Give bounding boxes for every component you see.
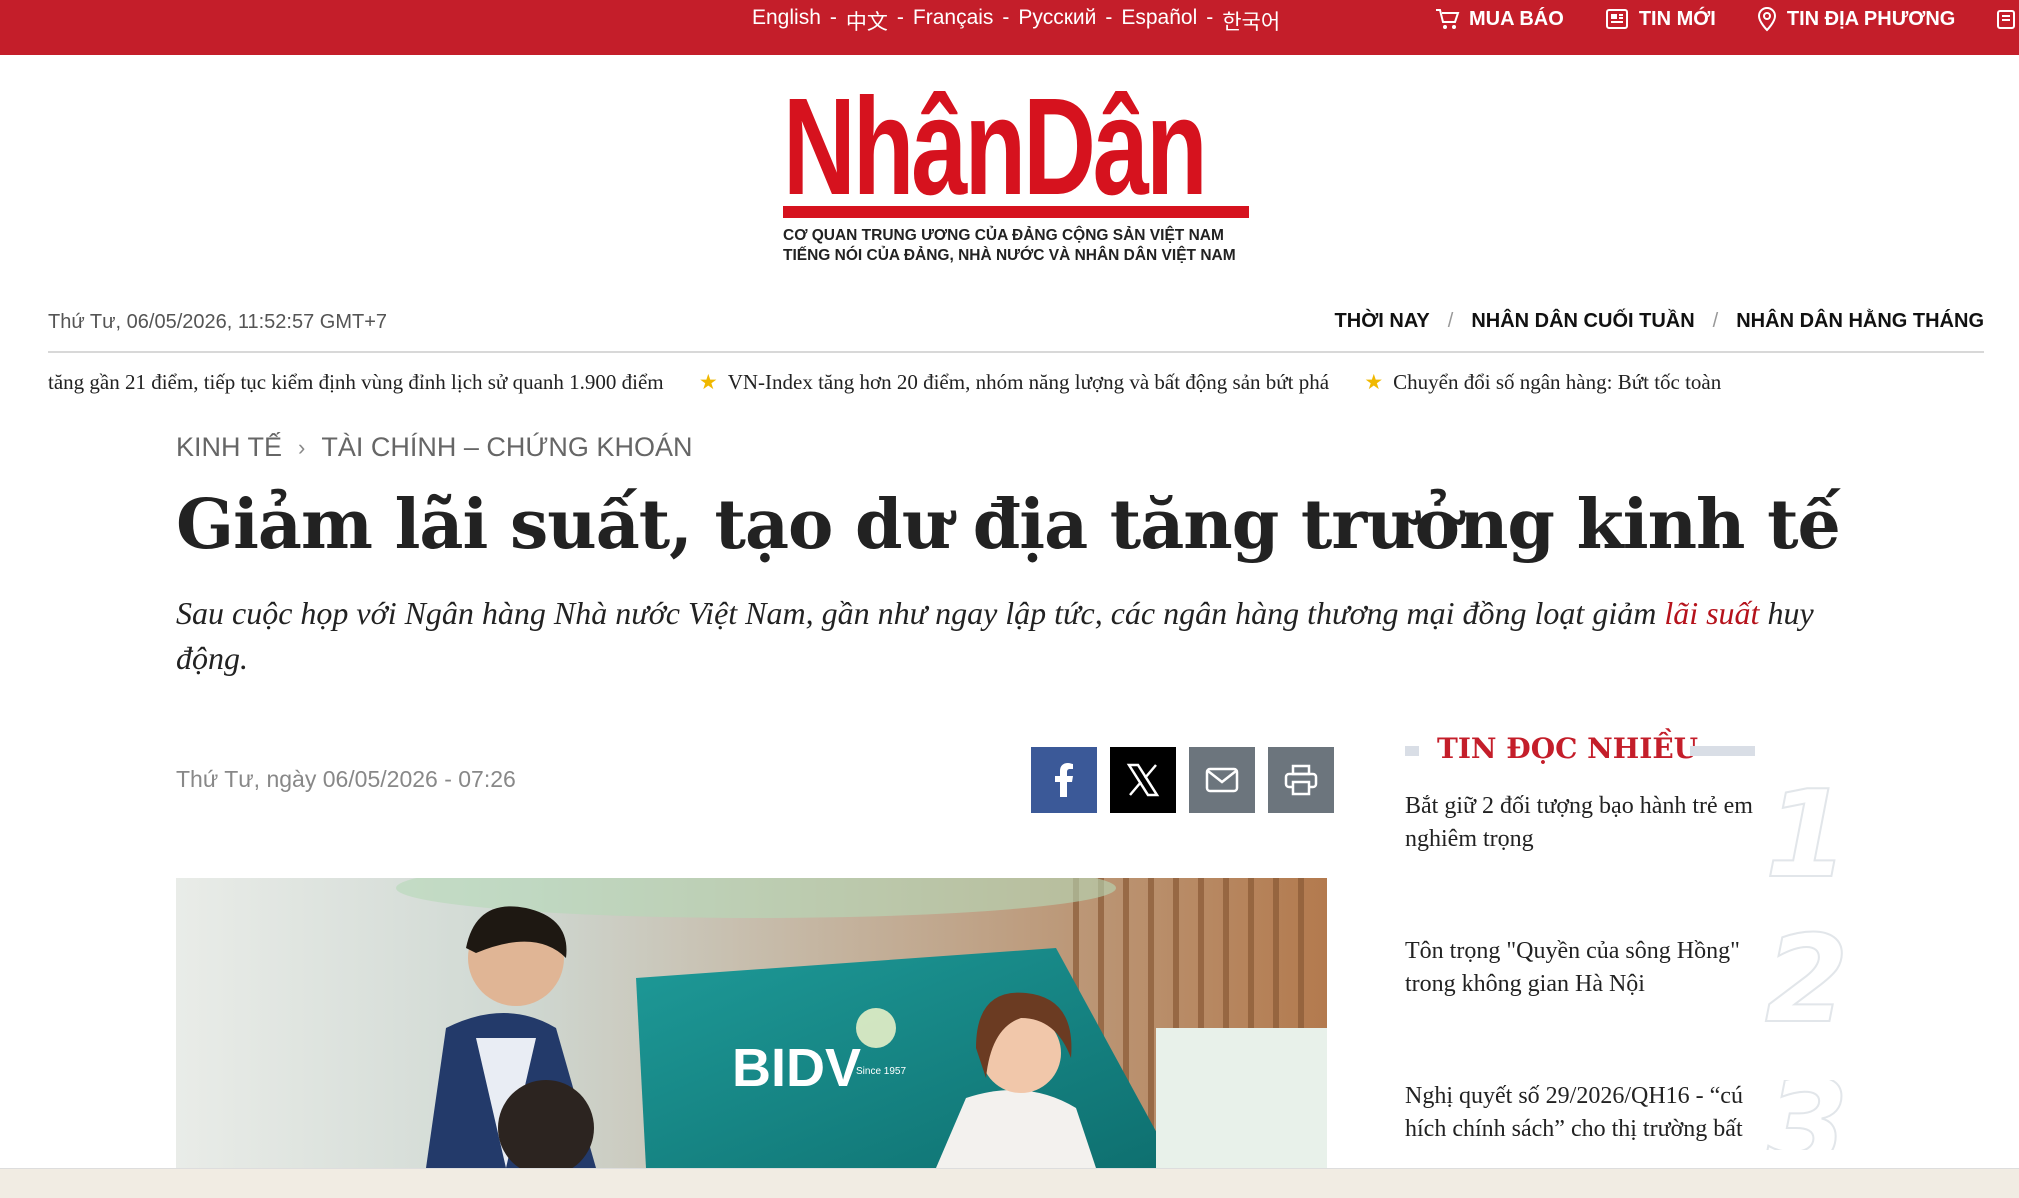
logo-tagline: CƠ QUAN TRUNG ƯƠNG CỦA ĐẢNG CỘNG SẢN VIỆ… [783,226,1249,266]
latest-news-label: TIN MỚI [1638,7,1716,30]
nav-hang-thang[interactable]: NHÂN DÂN HẰNG THÁNG [1736,310,1984,333]
photo-bidv-sign: BIDV [732,1038,861,1098]
local-news-label: TIN ĐỊA PHƯƠNG [1786,7,1956,30]
os-taskbar [0,1168,2019,1198]
most-read-item-title[interactable]: Nghị quyết số 29/2026/QH16 - “cú hích ch… [1405,1080,1785,1150]
most-read-item[interactable]: 3 Nghị quyết số 29/2026/QH16 - “cú hích … [1405,1080,1845,1150]
logo-tagline-1: CƠ QUAN TRUNG ƯƠNG CỦA ĐẢNG CỘNG SẢN VIỆ… [783,227,1224,244]
buy-newspaper-label: MUA BÁO [1469,7,1564,30]
publication-nav: THỜI NAY / NHÂN DÂN CUỐI TUẦN / NHÂN DÂN H… [1334,310,1984,333]
photo-bidv-since: Since 1957 [856,1066,906,1077]
logo-wordmark: NhânDân [783,70,1208,224]
sapo-keyword-link[interactable]: lãi suất [1664,595,1759,631]
breadcrumb: KINH TẾ › TÀI CHÍNH – CHỨNG KHOÁN [176,432,692,463]
ticker-item[interactable]: tăng gần 21 điểm, tiếp tục kiểm định vùn… [48,370,664,395]
site-logo[interactable]: NhânDân CƠ QUAN TRUNG ƯƠNG CỦA ĐẢNG CỘNG… [783,78,1249,268]
article-title: Giảm lãi suất, tạo dư địa tăng trưởng ki… [176,485,1841,565]
print-icon [1284,764,1318,796]
heading-deco-left [1405,746,1419,756]
email-icon [1205,767,1239,793]
share-email-button[interactable] [1189,747,1255,813]
article-photo[interactable]: BIDV Since 1957 [176,878,1327,1168]
logo-tagline-2: TIẾNG NÓI CỦA ĐẢNG, NHÀ NƯỚC VÀ NHÂN DÂN… [783,247,1236,264]
most-read-sidebar: TIN ĐỌC NHIỀU 1 Bắt giữ 2 đối tượng bạo … [1405,732,1849,1150]
logo-underline [783,206,1249,218]
latest-news-link[interactable]: TIN MỚI [1604,6,1716,32]
lang-chinese[interactable]: 中文 [846,6,888,36]
facebook-icon [1055,763,1073,797]
share-x-button[interactable] [1110,747,1176,813]
lang-spanish[interactable]: Español [1121,6,1197,36]
news-ticker: tăng gần 21 điểm, tiếp tục kiểm định vùn… [48,370,1984,404]
most-read-item[interactable]: 2 Tôn trọng "Quyền của sông Hồng" trong … [1405,920,1849,1080]
language-switcher: English - 中文 - Français - Русский - Español -… [752,6,1281,36]
share-facebook-button[interactable] [1031,747,1097,813]
bank-office-photo: BIDV Since 1957 [176,878,1327,1168]
most-read-item-title[interactable]: Tôn trọng "Quyền của sông Hồng" trong kh… [1405,935,1785,1001]
ticker-item[interactable]: ★ VN-Index tăng hơn 20 điểm, nhóm năng lư… [699,370,1329,395]
star-icon: ★ [1364,370,1384,394]
nav-thoi-nay[interactable]: THỜI NAY [1335,310,1430,333]
chevron-right-icon: › [298,434,306,460]
lang-french[interactable]: Français [913,6,994,36]
heading-deco-right [1690,746,1755,756]
sapo-text: Sau cuộc họp với Ngân hàng Nhà nước Việt… [176,595,1665,631]
publish-date: Thứ Tư, ngày 06/05/2026 - 07:26 [176,766,516,792]
article-sapo: Sau cuộc họp với Ngân hàng Nhà nước Việt… [176,591,1836,681]
ticker-item[interactable]: ★ Chuyển đổi số ngân hàng: Bứt tốc toàn [1364,370,1721,395]
ticker-item-text: Chuyển đổi số ngân hàng: Bứt tốc toàn [1393,370,1722,394]
breadcrumb-tai-chinh[interactable]: TÀI CHÍNH – CHỨNG KHOÁN [321,432,692,463]
star-icon: ★ [698,370,718,394]
lang-english[interactable]: English [752,6,821,36]
ticker-item-text: VN-Index tăng hơn 20 điểm, nhóm năng lượ… [727,370,1330,394]
lang-korean[interactable]: 한국어 [1222,6,1280,36]
divider [48,351,1984,353]
share-bar [1031,747,1334,813]
print-button[interactable] [1268,747,1334,813]
mail-icon [1997,10,2016,29]
buy-newspaper-link[interactable]: MUA BÁO [1434,6,1564,32]
lang-russian[interactable]: Русский [1018,6,1096,36]
newspaper-icon [1605,9,1628,29]
current-datetime: Thứ Tư, 06/05/2026, 11:52:57 GMT+7 [48,311,388,333]
local-news-link[interactable]: TIN ĐỊA PHƯƠNG [1756,6,1955,32]
most-read-title: TIN ĐỌC NHIỀU [1437,732,1699,765]
cart-icon [1436,9,1460,29]
top-bar: English - 中文 - Français - Русский - Español -… [0,0,2019,55]
most-read-item-title[interactable]: Bắt giữ 2 đối tượng bạo hành trẻ em nghi… [1405,790,1785,856]
location-pin-icon [1757,6,1776,32]
more-link[interactable]: N [1995,6,2019,32]
nav-cuoi-tuan[interactable]: NHÂN DÂN CUỐI TUẦN [1471,310,1694,333]
x-icon [1126,763,1160,797]
breadcrumb-kinh-te[interactable]: KINH TẾ [176,432,282,463]
